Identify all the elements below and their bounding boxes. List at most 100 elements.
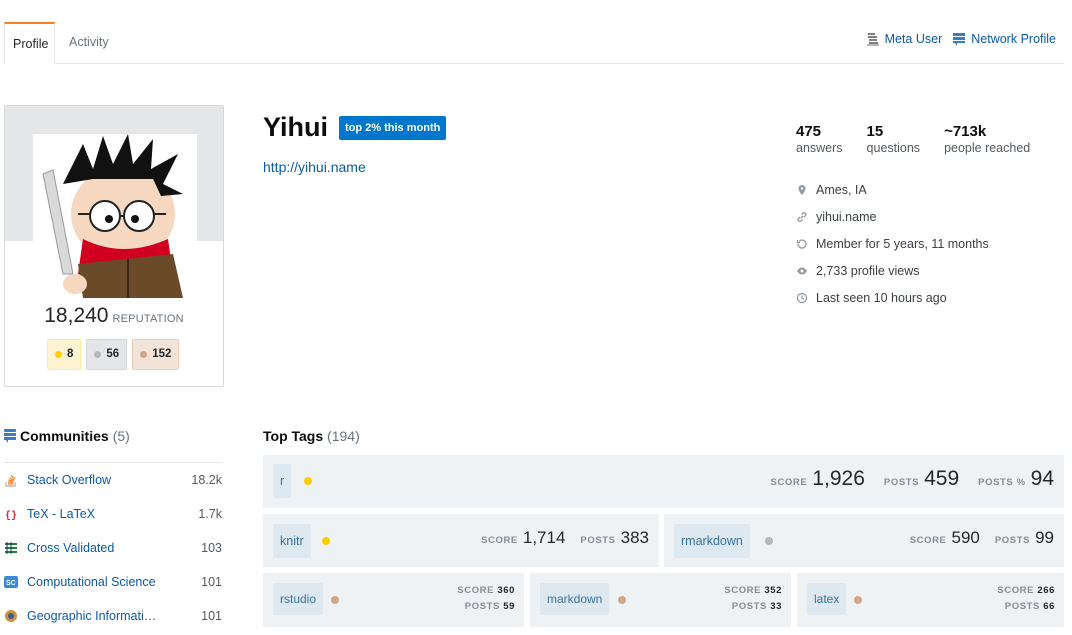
svg-text:SC: SC <box>6 580 16 587</box>
questions-label: questions <box>866 141 921 155</box>
score-label: SCORE <box>481 535 518 546</box>
bronze-tag-badge-icon <box>618 596 626 604</box>
user-stats: 475 answers 15 questions ~713k people reach… <box>796 124 1054 156</box>
silver-tag-badge-icon <box>765 537 773 545</box>
community-rep: 18.2k <box>191 473 222 487</box>
posts-label: POSTS <box>1004 601 1040 612</box>
score-line: SCORE 352 <box>724 583 782 599</box>
posts-label: POSTS <box>994 535 1031 546</box>
tag-metrics: SCORE 1,926 POSTS 459 POSTS % 94 <box>771 467 1054 491</box>
tag-chip[interactable]: rstudio <box>273 583 324 615</box>
tag-metrics: SCORE 1,714 POSTS 383 <box>481 528 649 548</box>
tag-chip[interactable]: latex <box>807 583 847 615</box>
communities-list: Stack Overflow 18.2k {} TeX - LaTeX 1.7k… <box>4 462 222 633</box>
community-rep: 1.7k <box>198 507 222 521</box>
communities-count: (5) <box>112 428 130 444</box>
score-label: SCORE <box>997 585 1035 596</box>
community-name[interactable]: TeX - LaTeX <box>27 507 198 521</box>
stat-answers: 475 answers <box>796 124 843 156</box>
community-rep: 103 <box>201 541 222 555</box>
top-tags-count: (194) <box>327 428 360 444</box>
community-name[interactable]: Computational Science <box>27 575 201 589</box>
posts-value: 33 <box>770 601 782 612</box>
bronze-count: 152 <box>152 348 172 360</box>
community-name[interactable]: Stack Overflow <box>27 473 191 487</box>
score-label: SCORE <box>457 585 495 596</box>
community-item[interactable]: Stack Overflow 18.2k <box>4 463 222 497</box>
tag-chip[interactable]: r <box>273 464 292 498</box>
reputation-label: REPUTATION <box>112 313 184 325</box>
tag-card: rmarkdown SCORE 590 POSTS 99 <box>664 514 1064 567</box>
meta-user-link[interactable]: Meta User <box>866 32 943 46</box>
communities-header: Communities (5) <box>4 428 130 444</box>
network-icon <box>953 33 966 46</box>
score-value: 360 <box>497 585 515 596</box>
top-percent-badge[interactable]: top 2% this month <box>339 116 447 140</box>
silver-count: 56 <box>106 348 120 360</box>
tag-chip[interactable]: knitr <box>273 524 311 558</box>
tag-card: knitr SCORE 1,714 POSTS 383 <box>263 514 659 567</box>
community-item[interactable]: Cross Validated 103 <box>4 531 222 565</box>
score-line: SCORE 360 <box>457 583 515 599</box>
network-profile-link[interactable]: Network Profile <box>952 32 1056 46</box>
gold-tag-badge-icon <box>322 537 330 545</box>
posts-line: POSTS 33 <box>724 599 782 615</box>
questions-count: 15 <box>866 123 884 140</box>
community-rep: 101 <box>201 575 222 589</box>
community-item[interactable]: Geographic Informati… 101 <box>4 599 222 633</box>
score-value: 352 <box>764 585 782 596</box>
info-location: Ames, IA <box>796 176 989 203</box>
score-value: 266 <box>1037 585 1055 596</box>
last-seen-text: Last seen 10 hours ago <box>816 290 947 305</box>
location-pin-icon <box>798 184 806 195</box>
tag-chip[interactable]: markdown <box>540 583 610 615</box>
community-item[interactable]: {} TeX - LaTeX 1.7k <box>4 497 222 531</box>
member-since-text: Member for 5 years, 11 months <box>816 236 989 251</box>
gold-badges[interactable]: 8 <box>47 339 82 370</box>
posts-value: 459 <box>924 467 960 490</box>
posts-label: POSTS <box>883 477 920 488</box>
posts-label: POSTS <box>731 601 767 612</box>
avatar-illustration-icon <box>33 134 197 298</box>
website-link[interactable]: http://yihui.name <box>263 159 366 175</box>
svg-text:{}: {} <box>5 510 17 521</box>
silver-badge-icon <box>94 351 102 358</box>
meta-user-label: Meta User <box>884 32 943 46</box>
meta-icon <box>866 33 879 46</box>
posts-pct-value: 94 <box>1030 467 1054 490</box>
top-links: Meta User Network Profile <box>866 32 1056 46</box>
posts-value: 59 <box>503 601 515 612</box>
posts-value: 99 <box>1035 528 1054 547</box>
bronze-badges[interactable]: 152 <box>132 339 180 370</box>
community-name[interactable]: Cross Validated <box>27 541 201 555</box>
views-text: 2,733 profile views <box>816 263 920 278</box>
tab-profile[interactable]: Profile <box>4 22 55 64</box>
tab-activity[interactable]: Activity <box>61 22 117 64</box>
tag-chip[interactable]: rmarkdown <box>674 524 750 558</box>
posts-value: 66 <box>1043 601 1055 612</box>
posts-line: POSTS 66 <box>997 599 1055 615</box>
badge-counts: 8 56 152 <box>47 339 180 370</box>
bronze-badge-icon <box>140 351 148 358</box>
gold-count: 8 <box>67 348 74 360</box>
info-last-seen: Last seen 10 hours ago <box>796 284 989 311</box>
stack-overflow-icon <box>4 473 18 487</box>
top-tags-title: Top Tags <box>263 428 324 444</box>
gold-badge-icon <box>55 351 62 358</box>
posts-label: POSTS <box>580 535 616 546</box>
score-label: SCORE <box>724 585 762 596</box>
silver-badges[interactable]: 56 <box>86 339 128 370</box>
score-label: SCORE <box>770 477 808 488</box>
gold-tag-badge-icon <box>304 477 312 485</box>
avatar[interactable] <box>33 134 197 298</box>
stack-exchange-icon <box>4 429 16 443</box>
community-name[interactable]: Geographic Informati… <box>27 609 201 623</box>
community-item[interactable]: SC Computational Science 101 <box>4 565 222 599</box>
profile-card: 18,240 REPUTATION 8 56 152 <box>4 105 224 387</box>
reputation: 18,240 REPUTATION <box>5 304 223 328</box>
reach-label: people reached <box>944 141 1031 155</box>
posts-value: 383 <box>620 528 649 547</box>
answers-count: 475 <box>796 123 822 140</box>
tag-metrics: SCORE 266 POSTS 66 <box>997 583 1055 615</box>
site-link[interactable]: yihui.name <box>816 210 876 224</box>
